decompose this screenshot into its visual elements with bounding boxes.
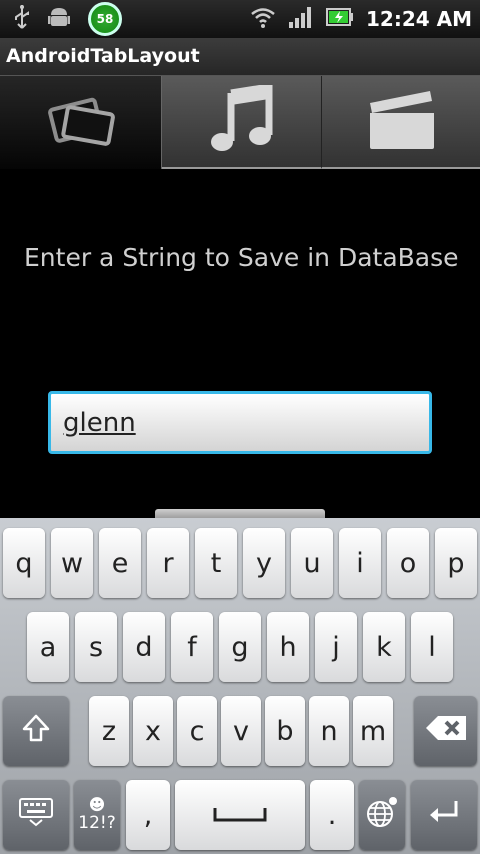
status-bar: 58 12:24 AM (0, 0, 480, 38)
key-u[interactable]: u (291, 528, 333, 598)
shift-arrow-icon (21, 713, 51, 750)
enter-key[interactable] (411, 780, 477, 850)
usb-icon (14, 4, 30, 34)
key-h[interactable]: h (267, 612, 309, 682)
music-note-icon (209, 82, 275, 159)
save-prompt-label: Enter a String to Save in DataBase (24, 243, 459, 272)
language-key[interactable] (359, 780, 405, 850)
clock: 12:24 AM (365, 7, 472, 31)
string-input[interactable]: glenn (48, 391, 432, 454)
key-i[interactable]: i (339, 528, 381, 598)
symbols-key[interactable]: ☻ 12!? (74, 780, 120, 850)
key-t[interactable]: t (195, 528, 237, 598)
app-title: AndroidTabLayout (6, 45, 200, 67)
keyboard-settings-key[interactable] (3, 780, 69, 850)
key-x[interactable]: x (133, 696, 173, 766)
app-title-bar: AndroidTabLayout (0, 38, 480, 76)
space-bar-icon (212, 800, 268, 831)
space-key[interactable] (175, 780, 305, 850)
key-s[interactable]: s (75, 612, 117, 682)
wifi-icon (250, 5, 276, 33)
key-c[interactable]: c (177, 696, 217, 766)
key-b[interactable]: b (265, 696, 305, 766)
shift-key[interactable] (3, 696, 69, 766)
key-q[interactable]: q (3, 528, 45, 598)
tab-video[interactable] (321, 76, 480, 169)
backspace-icon (424, 714, 468, 749)
key-f[interactable]: f (171, 612, 213, 682)
key-r[interactable]: r (147, 528, 189, 598)
keyboard-icon (18, 797, 54, 834)
key-e[interactable]: e (99, 528, 141, 598)
key-n[interactable]: n (309, 696, 349, 766)
enter-arrow-icon (426, 797, 462, 834)
key-d[interactable]: d (123, 612, 165, 682)
globe-icon (365, 795, 399, 836)
smiley-icon: ☻ (88, 795, 106, 814)
key-j[interactable]: j (315, 612, 357, 682)
soft-keyboard: q w e r t y u i o p a s d f g h j k l z … (0, 518, 480, 854)
battery-percent-badge: 58 (88, 2, 122, 36)
tab-bar (0, 76, 480, 169)
key-m[interactable]: m (353, 696, 393, 766)
key-o[interactable]: o (387, 528, 429, 598)
key-y[interactable]: y (243, 528, 285, 598)
key-a[interactable]: a (27, 612, 69, 682)
clapperboard-icon (366, 89, 436, 155)
android-debug-icon (48, 5, 70, 33)
tab-music[interactable] (162, 76, 321, 169)
key-l[interactable]: l (411, 612, 453, 682)
tab-photos[interactable] (0, 76, 162, 169)
battery-charging-icon (325, 7, 354, 31)
key-k[interactable]: k (363, 612, 405, 682)
key-w[interactable]: w (51, 528, 93, 598)
symbols-key-label: 12!? (78, 813, 116, 833)
key-period[interactable]: . (310, 780, 354, 850)
key-p[interactable]: p (435, 528, 477, 598)
signal-icon (288, 5, 314, 33)
key-v[interactable]: v (221, 696, 261, 766)
key-comma[interactable]: , (126, 780, 170, 850)
key-z[interactable]: z (89, 696, 129, 766)
photos-icon (45, 96, 117, 150)
input-value: glenn (63, 408, 136, 438)
key-g[interactable]: g (219, 612, 261, 682)
backspace-key[interactable] (414, 696, 477, 766)
